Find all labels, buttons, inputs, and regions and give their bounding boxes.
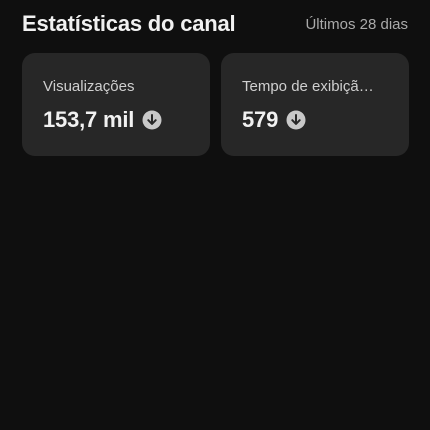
arrow-down-circle-icon	[142, 110, 162, 130]
watch-time-value-row: 579	[242, 106, 306, 134]
views-card[interactable]: Visualizações 153,7 mil	[22, 53, 210, 156]
stats-header: Estatísticas do canal Últimos 28 dias	[0, 0, 430, 52]
watch-time-value: 579	[242, 107, 279, 132]
views-label: Visualizações	[43, 78, 135, 95]
watch-time-card[interactable]: Tempo de exibiçã… 579	[221, 53, 409, 156]
views-value-row: 153,7 mil	[43, 106, 162, 134]
date-range-label: Últimos 28 dias	[305, 16, 408, 33]
stats-cards: Visualizações 153,7 mil Tempo de exibiçã…	[22, 53, 409, 156]
watch-time-label: Tempo de exibiçã…	[242, 78, 374, 95]
views-value: 153,7 mil	[43, 107, 135, 132]
arrow-down-circle-icon	[286, 110, 306, 130]
page-title: Estatísticas do canal	[22, 11, 236, 36]
